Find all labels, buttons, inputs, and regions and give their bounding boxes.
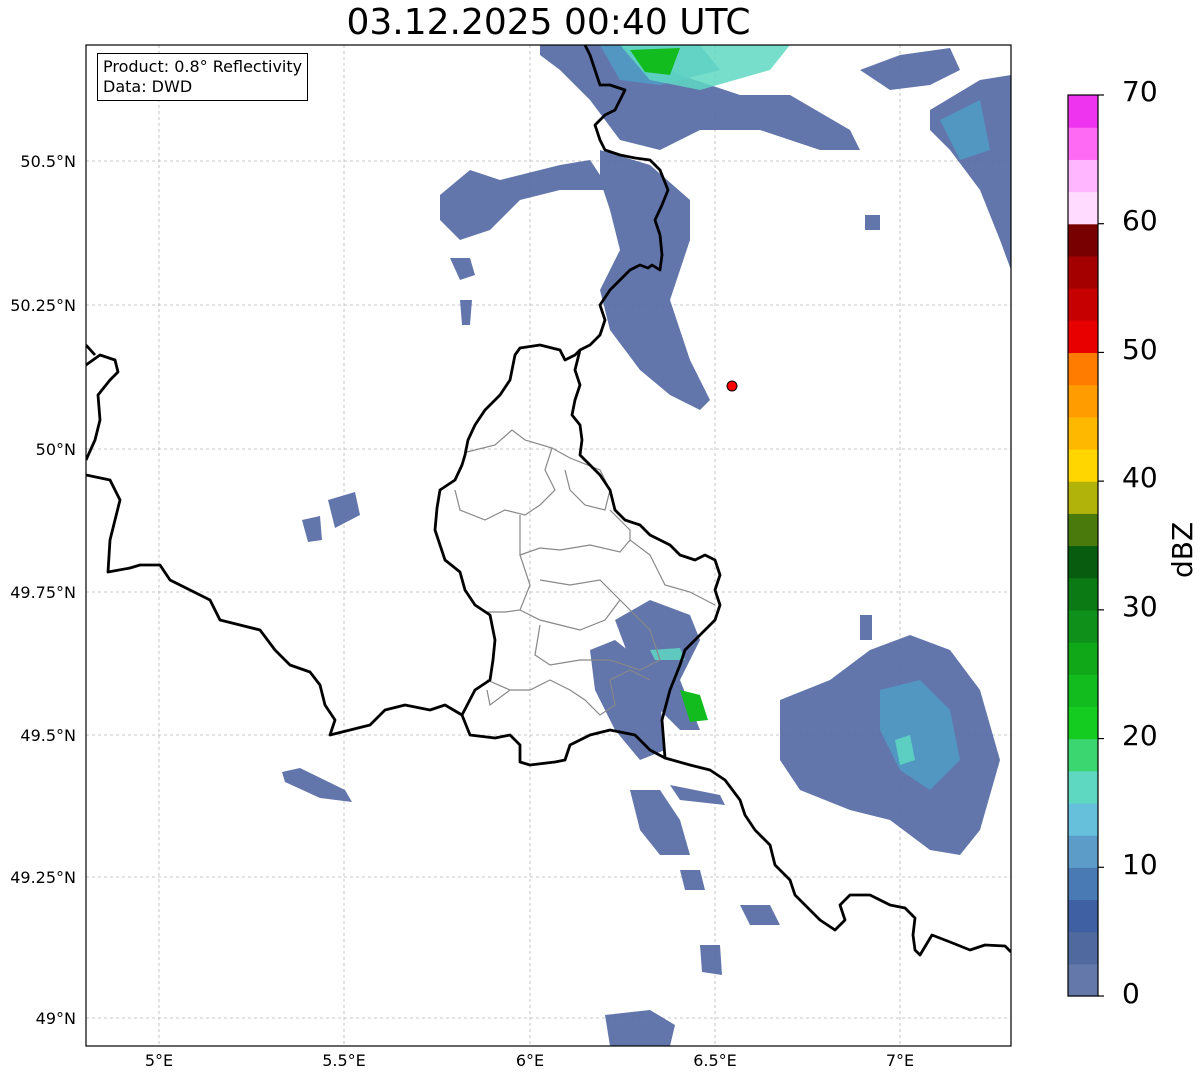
colorbar-segment — [1068, 191, 1098, 225]
colorbar-ticks — [1098, 94, 1104, 997]
colorbar-segment — [1068, 674, 1098, 707]
colorbar-segment — [1068, 95, 1098, 128]
colorbar-segment — [1068, 867, 1098, 901]
colorbar-segment — [1068, 127, 1098, 160]
lat-label: 49°N — [35, 1009, 76, 1028]
radar-echoes — [282, 45, 1011, 1046]
colorbar-segment — [1068, 899, 1098, 933]
colorbar-segment — [1068, 738, 1098, 772]
colorbar-segment — [1068, 159, 1098, 193]
lon-label: 5.5°E — [322, 1051, 366, 1070]
colorbar-segment — [1068, 642, 1098, 675]
colorbar — [1067, 94, 1099, 997]
colorbar-tick-label: 20 — [1122, 719, 1158, 752]
colorbar-segment — [1068, 513, 1098, 547]
lat-label: 50.25°N — [10, 296, 76, 315]
colorbar-segment — [1068, 255, 1098, 289]
colorbar-segment — [1068, 577, 1098, 611]
colorbar-segment — [1068, 384, 1098, 418]
colorbar-tick-label: 0 — [1122, 977, 1140, 1010]
colorbar-segment — [1068, 352, 1098, 386]
lat-label: 49.75°N — [10, 583, 76, 602]
colorbar-tick-label: 10 — [1122, 848, 1158, 881]
colorbar-segment — [1068, 448, 1098, 482]
lat-label: 50°N — [35, 440, 76, 459]
lat-label: 49.25°N — [10, 868, 76, 887]
colorbar-segment — [1068, 706, 1098, 740]
colorbar-segment — [1068, 963, 1098, 997]
colorbar-segment — [1068, 802, 1098, 836]
colorbar-title: dBZ — [1166, 521, 1199, 578]
colorbar-tick-label: 30 — [1122, 590, 1158, 623]
colorbar-tick-label: 60 — [1122, 204, 1158, 237]
product-label: Product: 0.8° Reflectivity — [103, 57, 303, 76]
colorbar-segment — [1068, 416, 1098, 450]
colorbar-segment — [1068, 770, 1098, 804]
lon-label: 5°E — [144, 1051, 174, 1070]
radar-map[interactable] — [0, 0, 1202, 1081]
lon-label: 6.5°E — [693, 1051, 737, 1070]
colorbar-segment — [1068, 288, 1098, 321]
colorbar-segment — [1068, 545, 1098, 579]
colorbar-tick-label: 70 — [1122, 75, 1158, 108]
data-source-label: Data: DWD — [103, 77, 193, 96]
lat-label: 49.5°N — [20, 726, 76, 745]
radar-site-marker — [726, 380, 738, 392]
lon-label: 6°E — [515, 1051, 545, 1070]
product-info-box: Product: 0.8° Reflectivity Data: DWD — [97, 53, 309, 101]
colorbar-segment — [1068, 320, 1098, 354]
colorbar-segment — [1068, 931, 1098, 965]
colorbar-tick-label: 50 — [1122, 333, 1158, 366]
colorbar-segment — [1068, 481, 1098, 514]
lon-label: 7°E — [885, 1051, 915, 1070]
colorbar-segment — [1068, 609, 1098, 643]
colorbar-segment — [1068, 223, 1098, 257]
colorbar-segment — [1068, 835, 1098, 868]
lat-label: 50.5°N — [20, 152, 76, 171]
colorbar-tick-label: 40 — [1122, 461, 1158, 494]
